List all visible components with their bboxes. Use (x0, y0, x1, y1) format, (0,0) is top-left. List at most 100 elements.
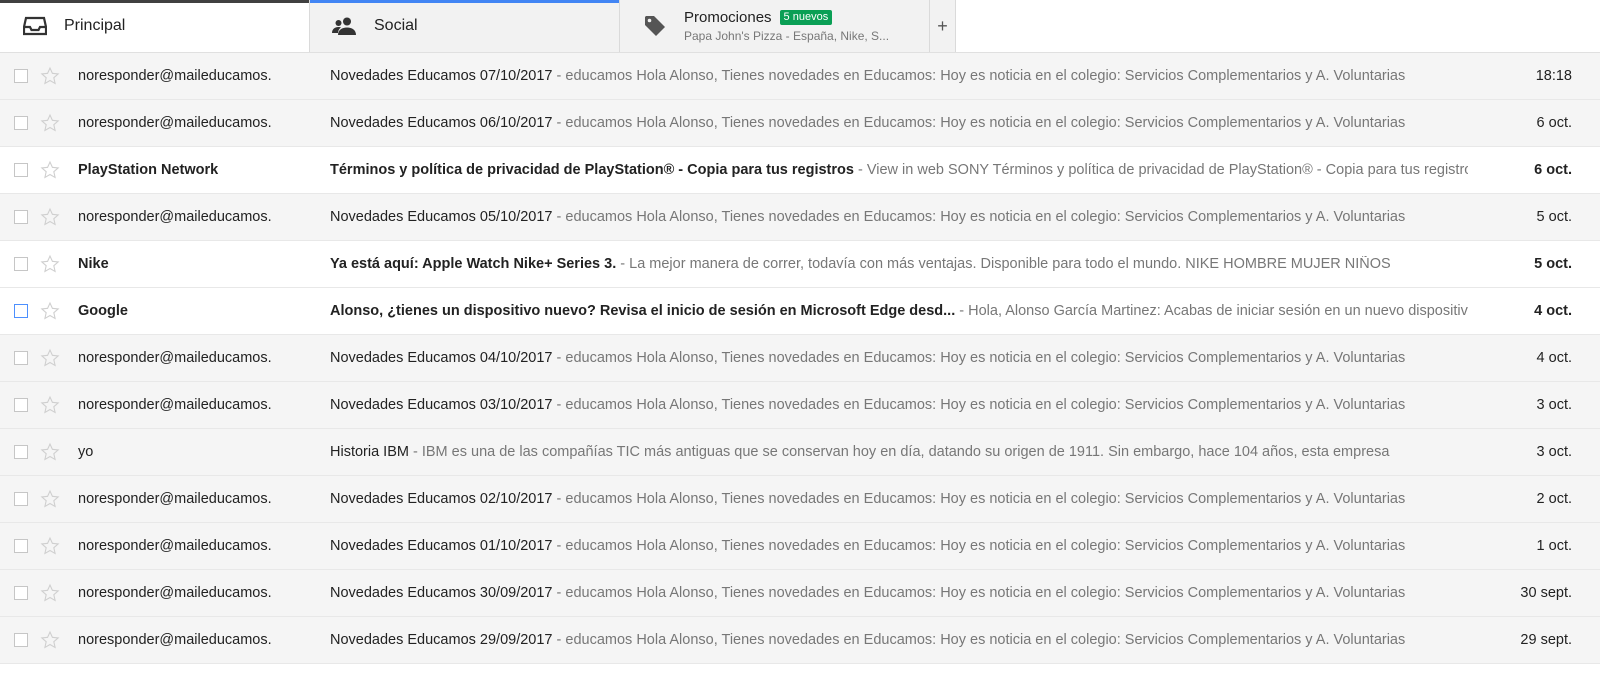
date: 1 oct. (1536, 538, 1572, 554)
select-checkbox[interactable] (14, 163, 28, 177)
subject-snippet: Alonso, ¿tienes un dispositivo nuevo? Re… (330, 303, 1468, 319)
star-icon[interactable] (40, 536, 60, 556)
date: 5 oct. (1536, 209, 1572, 225)
category-tabs: Principal Social Promociones 5 nuevos Pa… (0, 0, 1600, 53)
subject-snippet: Novedades Educamos 04/10/2017 - educamos… (330, 350, 1468, 366)
star-icon[interactable] (40, 160, 60, 180)
star-icon[interactable] (40, 254, 60, 274)
star-icon[interactable] (40, 395, 60, 415)
snippet-separator: - (408, 444, 422, 460)
preview: educamos Hola Alonso, Tienes novedades e… (565, 585, 1406, 601)
subject-snippet: Novedades Educamos 06/10/2017 - educamos… (330, 115, 1468, 131)
subject-snippet: Términos y política de privacidad de Pla… (330, 162, 1468, 178)
add-tab-button[interactable]: + (930, 0, 956, 52)
subject-snippet: Novedades Educamos 03/10/2017 - educamos… (330, 397, 1468, 413)
tab-promociones[interactable]: Promociones 5 nuevos Papa John's Pizza -… (620, 0, 930, 52)
select-checkbox[interactable] (14, 257, 28, 271)
email-row[interactable]: yo Historia IBM - IBM es una de las comp… (0, 429, 1600, 476)
select-checkbox[interactable] (14, 351, 28, 365)
date: 6 oct. (1536, 115, 1572, 131)
email-row[interactable]: noresponder@maileducamos. Novedades Educ… (0, 617, 1600, 664)
subject: Novedades Educamos 05/10/2017 (330, 209, 553, 225)
date: 2 oct. (1536, 491, 1572, 507)
email-row[interactable]: PlayStation Network Términos y política … (0, 147, 1600, 194)
email-row[interactable]: noresponder@maileducamos. Novedades Educ… (0, 194, 1600, 241)
star-icon[interactable] (40, 630, 60, 650)
subject-snippet: Novedades Educamos 02/10/2017 - educamos… (330, 491, 1468, 507)
subject: Historia IBM (330, 444, 409, 460)
star-icon[interactable] (40, 113, 60, 133)
snippet-separator: - (552, 350, 566, 366)
sender: noresponder@maileducamos. (78, 397, 272, 413)
select-checkbox[interactable] (14, 492, 28, 506)
select-checkbox[interactable] (14, 69, 28, 83)
sender: noresponder@maileducamos. (78, 350, 272, 366)
preview: IBM es una de las compañías TIC más anti… (421, 444, 1390, 460)
date: 3 oct. (1536, 397, 1572, 413)
preview: educamos Hola Alonso, Tienes novedades e… (565, 397, 1406, 413)
select-checkbox[interactable] (14, 539, 28, 553)
snippet-separator: - (552, 209, 566, 225)
people-icon (332, 14, 358, 38)
sender: noresponder@maileducamos. (78, 68, 272, 84)
select-checkbox[interactable] (14, 445, 28, 459)
snippet-separator: - (552, 632, 566, 648)
tab-social[interactable]: Social (310, 0, 620, 52)
select-checkbox[interactable] (14, 210, 28, 224)
select-checkbox[interactable] (14, 398, 28, 412)
email-row[interactable]: noresponder@maileducamos. Novedades Educ… (0, 570, 1600, 617)
subject: Novedades Educamos 06/10/2017 (330, 115, 553, 131)
sender: noresponder@maileducamos. (78, 115, 272, 131)
email-row[interactable]: noresponder@maileducamos. Novedades Educ… (0, 476, 1600, 523)
email-row[interactable]: noresponder@maileducamos. Novedades Educ… (0, 335, 1600, 382)
subject: Novedades Educamos 29/09/2017 (330, 632, 553, 648)
subject: Novedades Educamos 04/10/2017 (330, 350, 553, 366)
star-icon[interactable] (40, 442, 60, 462)
tag-icon (642, 14, 668, 38)
tab-social-indicator (310, 0, 619, 3)
tab-principal[interactable]: Principal (0, 0, 310, 52)
inbox-icon (22, 14, 48, 38)
star-icon[interactable] (40, 207, 60, 227)
star-icon[interactable] (40, 348, 60, 368)
date: 3 oct. (1536, 444, 1572, 460)
star-icon[interactable] (40, 489, 60, 509)
preview: educamos Hola Alonso, Tienes novedades e… (565, 209, 1406, 225)
tab-social-label: Social (374, 17, 418, 34)
subject-snippet: Novedades Educamos 07/10/2017 - educamos… (330, 68, 1468, 84)
email-row[interactable]: noresponder@maileducamos. Novedades Educ… (0, 382, 1600, 429)
subject-snippet: Novedades Educamos 01/10/2017 - educamos… (330, 538, 1468, 554)
star-icon[interactable] (40, 301, 60, 321)
email-row[interactable]: noresponder@maileducamos. Novedades Educ… (0, 100, 1600, 147)
snippet-separator: - (552, 68, 566, 84)
new-count-badge: 5 nuevos (779, 10, 833, 25)
preview: educamos Hola Alonso, Tienes novedades e… (565, 350, 1406, 366)
preview: Hola, Alonso García Martinez: Acabas de … (968, 303, 1468, 319)
date: 18:18 (1535, 68, 1572, 84)
select-checkbox[interactable] (14, 586, 28, 600)
preview: educamos Hola Alonso, Tienes novedades e… (565, 538, 1406, 554)
sender: Nike (78, 256, 109, 272)
sender: noresponder@maileducamos. (78, 209, 272, 225)
subject: Novedades Educamos 01/10/2017 (330, 538, 553, 554)
snippet-separator: - (616, 256, 630, 272)
date: 4 oct. (1536, 350, 1572, 366)
select-checkbox[interactable] (14, 116, 28, 130)
subject-snippet: Novedades Educamos 29/09/2017 - educamos… (330, 632, 1468, 648)
email-row[interactable]: Google Alonso, ¿tienes un dispositivo nu… (0, 288, 1600, 335)
email-row[interactable]: noresponder@maileducamos. Novedades Educ… (0, 53, 1600, 100)
email-row[interactable]: noresponder@maileducamos. Novedades Educ… (0, 523, 1600, 570)
tab-promociones-senders: Papa John's Pizza - España, Nike, S... (684, 29, 890, 43)
subject: Novedades Educamos 07/10/2017 (330, 68, 553, 84)
star-icon[interactable] (40, 583, 60, 603)
email-row[interactable]: Nike Ya está aquí: Apple Watch Nike+ Ser… (0, 241, 1600, 288)
select-checkbox[interactable] (14, 304, 28, 318)
star-icon[interactable] (40, 66, 60, 86)
select-checkbox[interactable] (14, 633, 28, 647)
subject: Ya está aquí: Apple Watch Nike+ Series 3… (330, 256, 617, 272)
tab-principal-label: Principal (64, 17, 126, 34)
preview: View in web SONY Términos y política de … (866, 162, 1468, 178)
promo-text: Promociones 5 nuevos Papa John's Pizza -… (684, 9, 889, 43)
tab-active-indicator (0, 0, 309, 3)
subject-snippet: Novedades Educamos 30/09/2017 - educamos… (330, 585, 1468, 601)
